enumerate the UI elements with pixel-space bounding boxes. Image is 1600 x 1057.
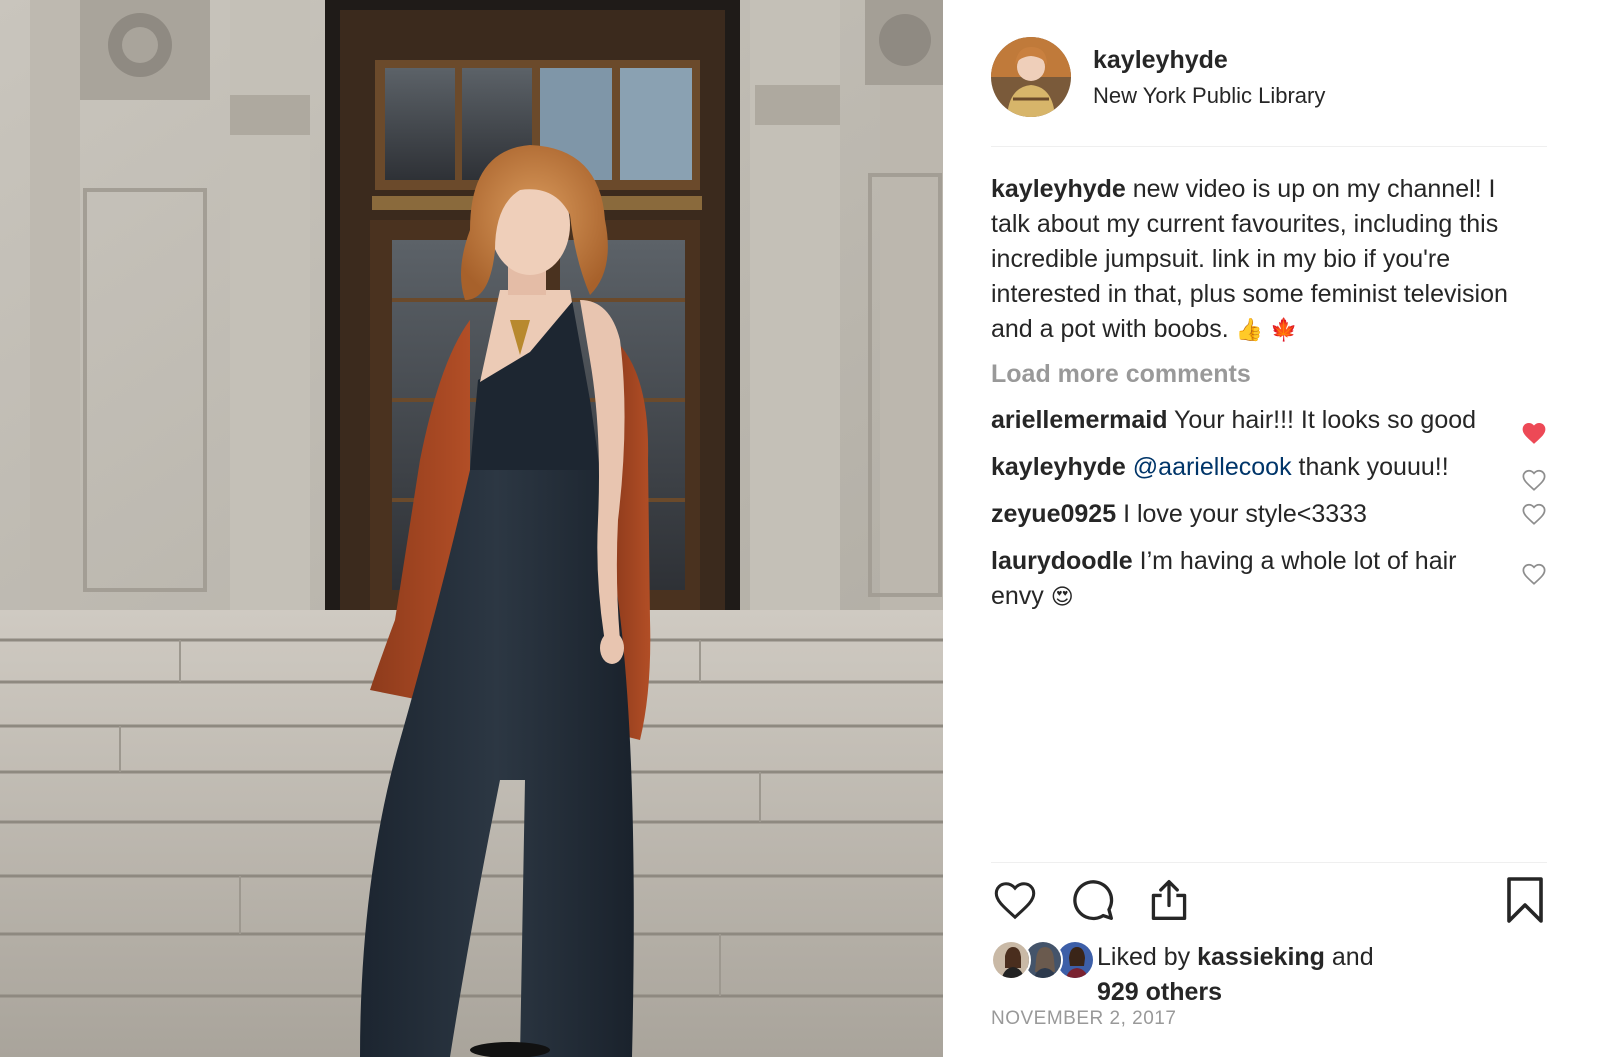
heart-eyes-emoji: 😍 (1050, 585, 1074, 610)
comment-text: I love your style<3333 (1123, 500, 1367, 528)
first-liker-link[interactable]: kassieking (1197, 943, 1325, 971)
comment-button[interactable] (1069, 876, 1117, 924)
comment-like-heart-icon[interactable] (1521, 421, 1547, 445)
like-button[interactable] (991, 876, 1039, 924)
likes-summary: Liked by kassieking and 929 others (991, 940, 1547, 1010)
author-username[interactable]: kayleyhyde (1093, 46, 1325, 75)
header-divider (991, 146, 1547, 147)
caption-username[interactable]: kayleyhyde (991, 175, 1126, 203)
liker-avatar (991, 940, 1031, 980)
liked-by-and: and (1331, 943, 1374, 971)
maple-leaf-emoji: 🍁 (1269, 318, 1298, 343)
comment-like-heart-icon[interactable] (1521, 562, 1547, 586)
comment-username[interactable]: laurydoodle (991, 547, 1133, 575)
share-button[interactable] (1145, 876, 1193, 924)
avatar-image (991, 37, 1071, 117)
header-text: kayleyhyde New York Public Library (1093, 46, 1325, 109)
save-button[interactable] (1501, 876, 1549, 924)
author-avatar[interactable] (991, 37, 1071, 117)
comment-item: zeyue0925 I love your style<3333 (991, 497, 1547, 532)
comment-item: kayleyhyde @aariellecook thank youuu!! (991, 450, 1547, 491)
post-photo[interactable] (0, 0, 943, 1057)
post-header: kayleyhyde New York Public Library (991, 36, 1547, 118)
bookmark-icon (1507, 877, 1543, 923)
comment-username[interactable]: kayleyhyde (991, 453, 1126, 481)
comment-like-heart-icon[interactable] (1521, 468, 1547, 492)
actions-divider (991, 862, 1547, 863)
comments-section: kayleyhyde new video is up on my channel… (991, 172, 1547, 615)
post-image (0, 0, 943, 1057)
comment-item: ariellemermaid Your hair!!! It looks so … (991, 403, 1547, 444)
others-liked-link[interactable]: 929 others (1097, 978, 1222, 1006)
comment-mention-link[interactable]: @aariellecook (1133, 453, 1292, 481)
comment-like-heart-icon[interactable] (1521, 502, 1547, 526)
comment-username[interactable]: zeyue0925 (991, 500, 1116, 528)
action-bar (991, 876, 1547, 928)
thumbs-up-emoji: 👍 (1235, 318, 1264, 343)
comment-text: Your hair!!! It looks so good (1174, 406, 1477, 434)
liker-avatar-image (993, 942, 1029, 978)
comment-bubble-icon (1073, 880, 1114, 921)
share-icon (1151, 880, 1187, 920)
post-location[interactable]: New York Public Library (1093, 83, 1325, 109)
likes-text: Liked by kassieking and 929 others (1097, 940, 1374, 1010)
post-side-panel: kayleyhyde New York Public Library kayle… (943, 0, 1600, 1057)
load-more-comments-button[interactable]: Load more comments (991, 360, 1251, 389)
liker-avatars[interactable] (991, 940, 1095, 980)
post-date[interactable]: NOVEMBER 2, 2017 (991, 1008, 1176, 1030)
comment-username[interactable]: ariellemermaid (991, 406, 1168, 434)
comment-text: thank youuu!! (1298, 453, 1449, 481)
heart-icon (994, 882, 1036, 920)
liked-by-prefix: Liked by (1097, 943, 1191, 971)
comment-item: laurydoodle I’m having a whole lot of ha… (991, 544, 1547, 615)
post-caption: kayleyhyde new video is up on my channel… (991, 172, 1547, 348)
